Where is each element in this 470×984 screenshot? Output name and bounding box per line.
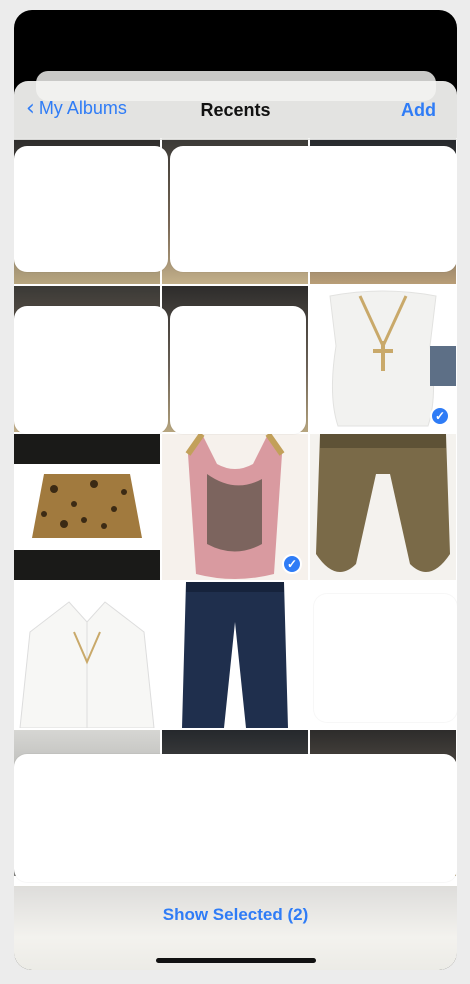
photo-thumbnail-cargo-pants[interactable] [310,434,456,580]
add-button[interactable]: Add [401,100,436,121]
loading-placeholder [170,306,306,434]
photo-thumbnail-white-shirt[interactable] [14,582,160,728]
leopard-skirt-image [14,464,160,550]
checkmark-circle-icon: ✓ [430,406,450,426]
show-selected-button[interactable]: Show Selected (2) [14,905,457,925]
navigation-bar: ‹ My Albums Recents Add [14,81,457,140]
loading-placeholder [14,146,168,272]
home-indicator[interactable] [156,958,316,963]
loading-placeholder [14,754,457,882]
photo-thumbnail-jeans[interactable] [162,582,308,728]
loading-placeholder [14,306,168,434]
page-title: Recents [200,100,271,120]
jeans-image [182,582,288,728]
photo-thumbnail-pink-tank[interactable]: ✓ [162,434,308,580]
loading-placeholder [170,146,457,272]
checkmark-circle-icon: ✓ [282,554,302,574]
photo-thumbnail-leopard-skirt[interactable] [14,434,160,580]
bottom-toolbar: Show Selected (2) [14,886,457,970]
cargo-pants-image [316,434,450,572]
white-shirt-image [19,601,155,728]
photo-picker-screen: ✓ ✓ ‹ My Albums Recents Add Show Selecte… [14,10,457,970]
loading-placeholder [314,594,457,722]
photo-thumbnail-white-top-necklace[interactable]: ✓ [310,286,456,432]
